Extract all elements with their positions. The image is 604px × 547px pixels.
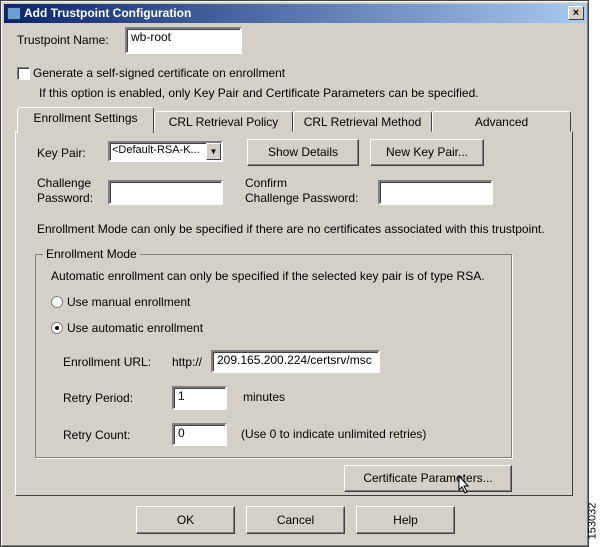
manual-enrollment-label: Use manual enrollment — [67, 295, 191, 309]
figure-number: 153032 — [586, 502, 599, 540]
window-title: Add Trustpoint Configuration — [24, 6, 192, 20]
retry-period-unit: minutes — [243, 390, 286, 404]
trustpoint-name-label: Trustpoint Name: — [17, 33, 109, 47]
key-pair-select[interactable]: <Default-RSA-K... ▼ — [108, 141, 223, 162]
enrollment-url-input[interactable]: 209.165.200.224/certsrv/msc — [211, 350, 380, 373]
url-prefix: http:// — [172, 355, 203, 369]
automatic-enrollment-radio[interactable] — [51, 322, 63, 334]
confirm-password-label-line1: Confirm — [245, 176, 288, 190]
enrollment-mode-legend: Enrollment Mode — [43, 247, 140, 261]
challenge-password-label-line2: Password: — [37, 191, 94, 205]
certificate-parameters-button[interactable]: Certificate Parameters... — [344, 465, 512, 492]
manual-enrollment-radio[interactable] — [51, 296, 63, 308]
tab-advanced[interactable]: Advanced — [432, 111, 571, 132]
retry-count-note: (Use 0 to indicate unlimited retries) — [241, 427, 427, 441]
enrollment-url-label: Enrollment URL: — [63, 355, 152, 369]
key-pair-value: <Default-RSA-K... — [112, 144, 200, 156]
self-signed-label: Generate a self-signed certificate on en… — [33, 66, 286, 80]
app-icon — [7, 7, 21, 20]
automatic-enrollment-note: Automatic enrollment can only be specifi… — [51, 269, 485, 283]
confirm-password-input[interactable] — [378, 180, 493, 205]
automatic-enrollment-label: Use automatic enrollment — [67, 321, 204, 335]
close-button[interactable]: × — [568, 6, 584, 20]
tab-crl-retrieval-policy[interactable]: CRL Retrieval Policy — [154, 111, 293, 132]
retry-period-input[interactable]: 1 — [172, 386, 227, 410]
show-details-button[interactable]: Show Details — [247, 139, 359, 166]
dialog: Add Trustpoint Configuration × Trustpoin… — [0, 0, 589, 547]
retry-period-label: Retry Period: — [63, 391, 134, 405]
enrollment-mode-note: Enrollment Mode can only be specified if… — [37, 222, 545, 236]
self-signed-hint: If this option is enabled, only Key Pair… — [39, 86, 479, 100]
self-signed-checkbox[interactable] — [17, 67, 30, 80]
key-pair-label: Key Pair: — [37, 146, 86, 160]
cancel-button[interactable]: Cancel — [246, 506, 345, 534]
ok-button[interactable]: OK — [136, 506, 235, 534]
retry-count-label: Retry Count: — [63, 428, 131, 442]
mouse-cursor-icon — [458, 475, 470, 494]
title-bar: Add Trustpoint Configuration × — [4, 4, 587, 23]
tab-enrollment-settings[interactable]: Enrollment Settings — [17, 107, 154, 133]
trustpoint-name-input[interactable]: wb-root — [125, 27, 242, 54]
new-key-pair-button[interactable]: New Key Pair... — [370, 139, 484, 166]
tab-crl-retrieval-method[interactable]: CRL Retrieval Method — [293, 111, 432, 132]
help-button[interactable]: Help — [356, 506, 455, 534]
challenge-password-input[interactable] — [108, 180, 223, 205]
confirm-password-label-line2: Challenge Password: — [245, 191, 359, 205]
challenge-password-label-line1: Challenge — [37, 176, 92, 190]
chevron-down-icon[interactable]: ▼ — [206, 143, 221, 160]
retry-count-input[interactable]: 0 — [172, 423, 227, 446]
